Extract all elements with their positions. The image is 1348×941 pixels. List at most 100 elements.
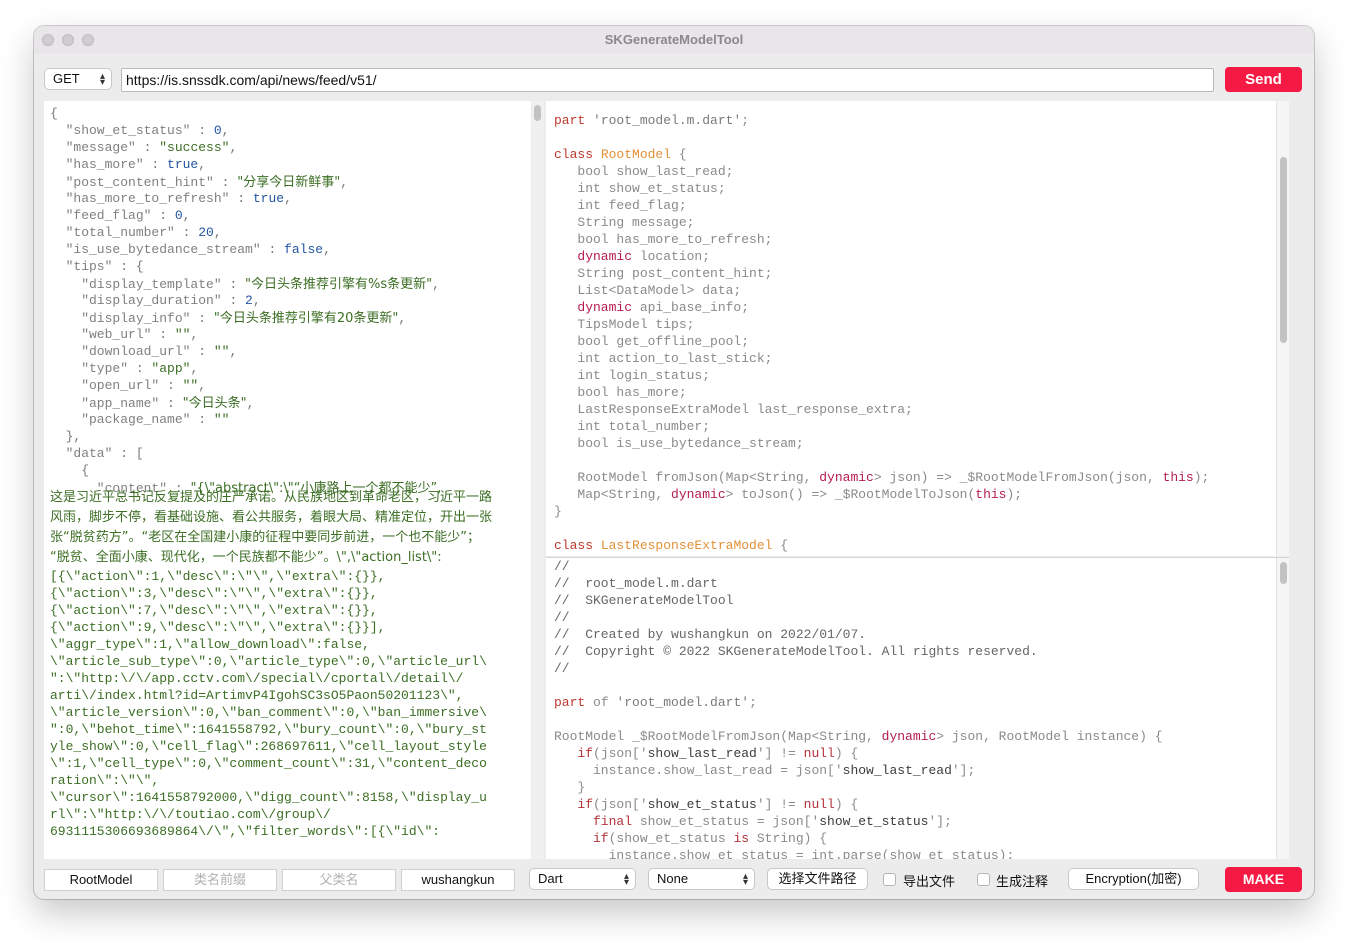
code-line: part 'root_model.m.dart'; [554,113,750,128]
chevron-down-icon: ▾ [99,77,105,88]
json-wrapped-text: 这是习近平总书记反复提及的庄严承诺。从民族地区到革命老区，习近平一路 风雨，脚步不… [50,488,526,840]
code-line: // Created by wushangkun on 2022/01/07. [554,627,867,642]
class-name-input[interactable]: RootModel [44,869,158,891]
code-line: // [554,610,570,625]
code-line: List<DataModel> data; [554,283,742,298]
choose-path-button[interactable]: 选择文件路径 [767,868,868,890]
code-line: int show_et_status; [554,181,726,196]
json-line: "app_name" : "今日头条", [50,396,255,411]
class-prefix-input[interactable]: 类名前缀 [163,869,277,891]
code-line: // [554,661,570,676]
json-wrapped-line: ration\":\"\", [50,773,160,788]
code-line: } [554,780,586,795]
language-value: Dart [538,871,563,886]
json-scrollbar[interactable] [532,101,544,859]
code-line: int feed_flag; [554,198,687,213]
model-code-scrollbar[interactable] [1276,101,1289,556]
json-wrapped-line: yle_show\":0,\"cell_flag\":268697611,\"c… [50,739,487,754]
code-line: instance.show_et_status = int.parse(show… [554,848,1015,859]
code-line: bool show_last_read; [554,164,734,179]
code-line: if(json['show_et_status'] != null) { [554,797,859,812]
code-line: int action_to_last_stick; [554,351,773,366]
code-line: RootModel _$RootModelFromJson(Map<String… [554,729,1163,744]
code-line: } [554,504,562,519]
json-line: "open_url" : "", [50,378,207,393]
author-input[interactable]: wushangkun [401,869,515,891]
json-input-area[interactable]: { "show_et_status" : 0, "message" : "suc… [44,101,531,859]
json-line: "type" : "app", [50,361,199,376]
code-line: dynamic location; [554,249,711,264]
impl-code-scrollbar[interactable] [1276,558,1289,859]
option-select[interactable]: None ▴ ▾ [648,868,755,890]
language-select[interactable]: Dart ▴ ▾ [529,868,636,890]
json-line: }, [50,429,82,444]
code-line: int login_status; [554,368,711,383]
json-wrapped-line: 张“脱贫药方”。“老区在全国建小康的征程中要同步前进，一个也不能少”； [50,530,480,545]
send-button[interactable]: Send [1225,67,1302,92]
json-line: "data" : [ [50,446,144,461]
json-wrapped-line: \"article_sub_type\":0,\"article_type\":… [50,654,487,669]
json-wrapped-line: \"aggr_type\":1,\"allow_download\":false… [50,637,370,652]
json-line: { [50,106,58,121]
code-line: String post_content_hint; [554,266,773,281]
json-line: "post_content_hint" : "分享今日新鲜事", [50,175,349,190]
option-value: None [657,871,689,886]
impl-code-scrollbar-thumb[interactable] [1280,562,1287,584]
impl-code-text: // // root_model.m.dart // SKGenerateModel… [554,558,1163,859]
code-line: bool get_offline_pool; [554,334,750,349]
model-code-view[interactable]: part 'root_model.m.dart';class RootModel… [546,101,1289,556]
json-wrapped-line: \":1,\"cell_type\":0,\"comment_count\":3… [50,756,487,771]
url-input[interactable] [121,68,1214,92]
json-line: { [50,463,90,478]
code-line: bool has_more; [554,385,687,400]
json-line: "has_more" : true, [50,157,207,172]
make-button[interactable]: MAKE [1225,867,1302,892]
json-line: "is_use_bytedance_stream" : false, [50,242,331,257]
json-line: "tips" : { [50,259,144,274]
model-code-scrollbar-thumb[interactable] [1280,157,1287,343]
chevron-down-icon: ▾ [742,877,748,888]
json-wrapped-line: \"cursor\":1641558792000,\"digg_count\":… [50,790,487,805]
export-file-checkbox[interactable] [883,873,896,886]
json-wrapped-line: [{\"action\":1,\"desc\":\"\",\"extra\":{… [50,569,386,584]
encryption-button[interactable]: Encryption(加密) [1068,868,1199,890]
json-wrapped-line: {\"action\":7,\"desc\":\"\",\"extra\":{}… [50,603,378,618]
code-line: if(show_et_status is String) { [554,831,828,846]
json-wrapped-line: arti\/index.html?id=ArtimvP4IgohSC3sO5Pa… [50,688,464,703]
code-line: dynamic api_base_info; [554,300,750,315]
json-line: "web_url" : "", [50,327,199,342]
json-wrapped-line: {\"action\":9,\"desc\":\"\",\"extra\":{}… [50,620,386,635]
parent-class-input[interactable]: 父类名 [282,869,396,891]
impl-code-view[interactable]: // // root_model.m.dart // SKGenerateModel… [546,557,1289,859]
json-line: "package_name" : "" [50,412,230,427]
json-line: "show_et_status" : 0, [50,123,230,138]
code-line: LastResponseExtraModel last_response_ext… [554,402,913,417]
code-line: Map<String, dynamic> toJson() => _$RootM… [554,487,1023,502]
code-line: // [554,559,570,574]
code-line: // root_model.m.dart [554,576,718,591]
json-wrapped-line: 风雨，脚步不停，看基础设施、看公共服务，着眼大局、精准定位，开出一张 [50,510,493,525]
gen-comment-checkbox[interactable] [977,873,990,886]
code-line: String message; [554,215,695,230]
json-line: "message" : "success", [50,140,238,155]
json-text: { "show_et_status" : 0, "message" : "suc… [50,105,441,496]
code-line: class RootModel { [554,147,687,162]
json-line: "display_template" : "今日头条推荐引擎有%s条更新", [50,277,440,292]
code-line: if(json['show_last_read'] != null) { [554,746,859,761]
app-window: SKGenerateModelTool GET ▴ ▾ Send { "show… [34,26,1314,899]
json-line: "display_duration" : 2, [50,293,261,308]
json-wrapped-line: \"article_version\":0,\"ban_comment\":0,… [50,705,487,720]
code-line: final show_et_status = json['show_et_sta… [554,814,952,829]
export-file-label: 导出文件 [903,874,956,889]
json-wrapped-line: 这是习近平总书记反复提及的庄严承诺。从民族地区到革命老区，习近平一路 [50,490,493,505]
model-code-text: part 'root_model.m.dart';class RootModel… [554,112,1209,554]
http-method-select[interactable]: GET ▴ ▾ [44,68,112,90]
code-line: part of 'root_model.dart'; [554,695,757,710]
json-scrollbar-thumb[interactable] [534,105,541,121]
code-line: bool is_use_bytedance_stream; [554,436,804,451]
